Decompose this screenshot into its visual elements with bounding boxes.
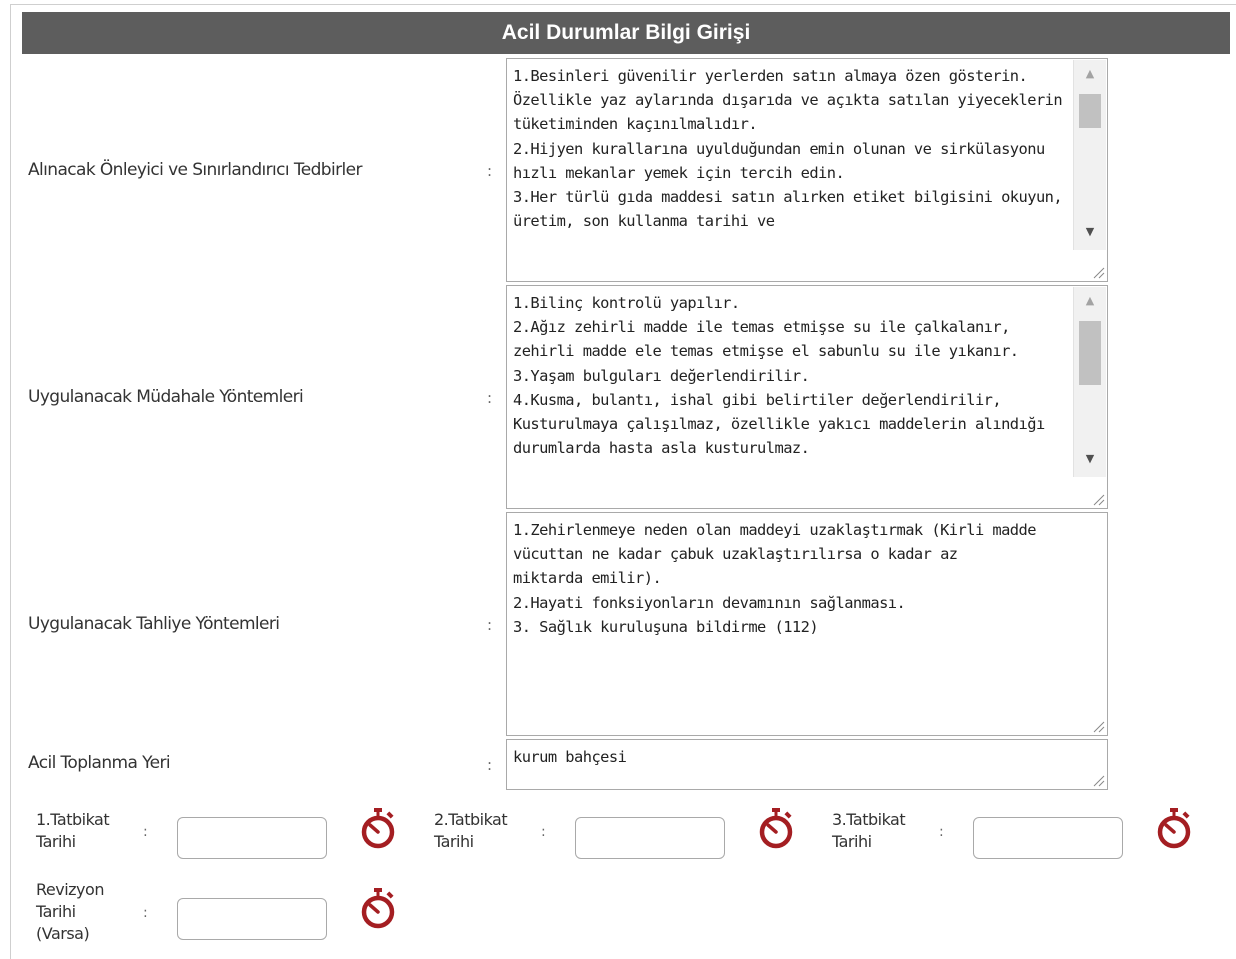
scroll-up-arrow-icon[interactable]: ▲ (1074, 289, 1106, 311)
scrollbar-thumb[interactable] (1079, 321, 1101, 385)
stopwatch-icon[interactable] (358, 886, 398, 930)
assembly-point-label: Acil Toplanma Yeri (28, 753, 171, 773)
intervention-methods-text: 1.Bilinç kontrolü yapılır. 2.Ağız zehirl… (513, 294, 1045, 458)
evacuation-methods-text: 1.Zehirlenmeye neden olan maddeyi uzakla… (513, 521, 1037, 636)
drill1-date-label: 1.Tatbikat Tarihi (36, 809, 110, 853)
scrollbar-thumb[interactable] (1079, 94, 1101, 128)
evacuation-methods-textarea[interactable]: 1.Zehirlenmeye neden olan maddeyi uzakla… (506, 512, 1108, 736)
separator-colon: : (487, 616, 493, 634)
revision-label-line3: (Varsa) (36, 924, 90, 943)
separator-colon: : (939, 824, 944, 840)
resize-grip-icon[interactable] (1091, 773, 1105, 787)
scroll-down-arrow-icon[interactable]: ▼ (1074, 220, 1106, 242)
drill3-date-input[interactable] (973, 817, 1123, 859)
revision-label-line1: Revizyon (36, 880, 104, 899)
stopwatch-icon[interactable] (756, 806, 796, 850)
separator-colon: : (143, 824, 148, 840)
scrollbar[interactable]: ▲ ▼ (1073, 287, 1106, 477)
scroll-up-arrow-icon[interactable]: ▲ (1074, 62, 1106, 84)
form-header: Acil Durumlar Bilgi Girişi (22, 12, 1230, 54)
revision-date-input[interactable] (177, 898, 327, 940)
assembly-point-text: kurum bahçesi (513, 748, 627, 766)
preventive-measures-textarea[interactable]: 1.Besinleri güvenilir yerlerden satın al… (506, 58, 1108, 282)
resize-grip-icon[interactable] (1091, 265, 1105, 279)
drill2-date-label: 2.Tatbikat Tarihi (434, 809, 508, 853)
scroll-down-arrow-icon[interactable]: ▼ (1074, 447, 1106, 469)
assembly-point-textarea[interactable]: kurum bahçesi (506, 739, 1108, 790)
intervention-methods-textarea[interactable]: 1.Bilinç kontrolü yapılır. 2.Ağız zehirl… (506, 285, 1108, 509)
form-title: Acil Durumlar Bilgi Girişi (501, 21, 751, 44)
separator-colon: : (541, 824, 546, 840)
drill2-date-input[interactable] (575, 817, 725, 859)
separator-colon: : (487, 389, 493, 407)
intervention-methods-label: Uygulanacak Müdahale Yöntemleri (28, 387, 304, 407)
stopwatch-icon[interactable] (1154, 806, 1194, 850)
drill1-date-input[interactable] (177, 817, 327, 859)
separator-colon: : (487, 756, 493, 774)
revision-label-line2: Tarihi (36, 902, 76, 921)
drill2-label-line1: 2.Tatbikat (434, 810, 508, 829)
drill1-label-line1: 1.Tatbikat (36, 810, 110, 829)
resize-grip-icon[interactable] (1091, 719, 1105, 733)
preventive-measures-text: 1.Besinleri güvenilir yerlerden satın al… (513, 67, 1063, 231)
evacuation-methods-label: Uygulanacak Tahliye Yöntemleri (28, 614, 280, 634)
stopwatch-icon[interactable] (358, 806, 398, 850)
drill3-label-line2: Tarihi (832, 832, 872, 851)
separator-colon: : (487, 162, 493, 180)
resize-grip-icon[interactable] (1091, 492, 1105, 506)
drill3-label-line1: 3.Tatbikat (832, 810, 906, 829)
revision-date-label: Revizyon Tarihi (Varsa) (36, 879, 104, 945)
preventive-measures-label: Alınacak Önleyici ve Sınırlandırıcı Tedb… (28, 160, 362, 180)
scrollbar[interactable]: ▲ ▼ (1073, 60, 1106, 250)
drill1-label-line2: Tarihi (36, 832, 76, 851)
separator-colon: : (143, 905, 148, 921)
drill3-date-label: 3.Tatbikat Tarihi (832, 809, 906, 853)
drill2-label-line2: Tarihi (434, 832, 474, 851)
